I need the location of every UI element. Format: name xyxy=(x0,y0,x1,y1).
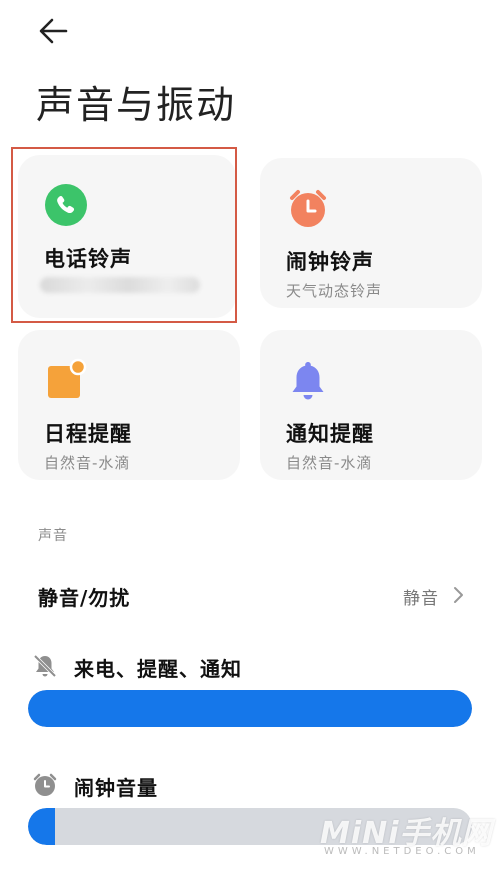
mute-dnd-title: 静音/勿扰 xyxy=(38,586,131,610)
card-title: 电话铃声 xyxy=(44,247,132,271)
ring-volume-slider[interactable] xyxy=(28,690,472,727)
alarm-volume-fill xyxy=(28,808,55,845)
mute-dnd-value: 静音 xyxy=(403,589,439,609)
ring-volume-label-row: 来电、提醒、通知 xyxy=(0,647,499,687)
card-subtitle: 天气动态铃声 xyxy=(286,282,383,300)
card-title: 闹钟铃声 xyxy=(286,250,374,274)
card-title: 通知提醒 xyxy=(286,422,374,446)
alarm-volume-slider[interactable] xyxy=(28,808,472,845)
alarm-volume-label-row: 闹钟音量 xyxy=(0,766,499,806)
alarm-volume-label: 闹钟音量 xyxy=(74,776,158,800)
ring-volume-fill xyxy=(28,690,472,727)
phone-icon xyxy=(45,184,87,226)
card-alarm-ringtone[interactable]: 闹钟铃声 天气动态铃声 xyxy=(260,158,482,308)
alarm-clock-icon xyxy=(290,190,326,227)
chevron-right-icon xyxy=(454,587,463,603)
card-notification-reminder[interactable]: 通知提醒 自然音-水滴 xyxy=(260,330,482,480)
alarm-clock-icon xyxy=(33,773,57,796)
mute-dnd-row[interactable]: 静音/勿扰 静音 xyxy=(0,570,499,620)
watermark-domain: WWW.NETDEO.COM xyxy=(324,846,480,857)
bell-icon xyxy=(292,362,324,400)
card-subtitle: 自然音-水滴 xyxy=(44,454,131,472)
ring-volume-label: 来电、提醒、通知 xyxy=(74,657,242,681)
calendar-note-icon xyxy=(48,358,87,398)
page-title: 声音与振动 xyxy=(36,83,237,127)
card-calendar-reminder[interactable]: 日程提醒 自然音-水滴 xyxy=(18,330,240,480)
redacted-ringtone-name xyxy=(40,277,200,293)
section-label-sound: 声音 xyxy=(38,528,68,544)
card-subtitle: 自然音-水滴 xyxy=(286,454,373,472)
back-button[interactable] xyxy=(34,14,74,48)
card-phone-ringtone[interactable]: 电话铃声 xyxy=(18,155,236,318)
back-arrow-icon xyxy=(39,18,68,44)
card-title: 日程提醒 xyxy=(44,422,132,446)
bell-off-icon xyxy=(33,654,57,678)
